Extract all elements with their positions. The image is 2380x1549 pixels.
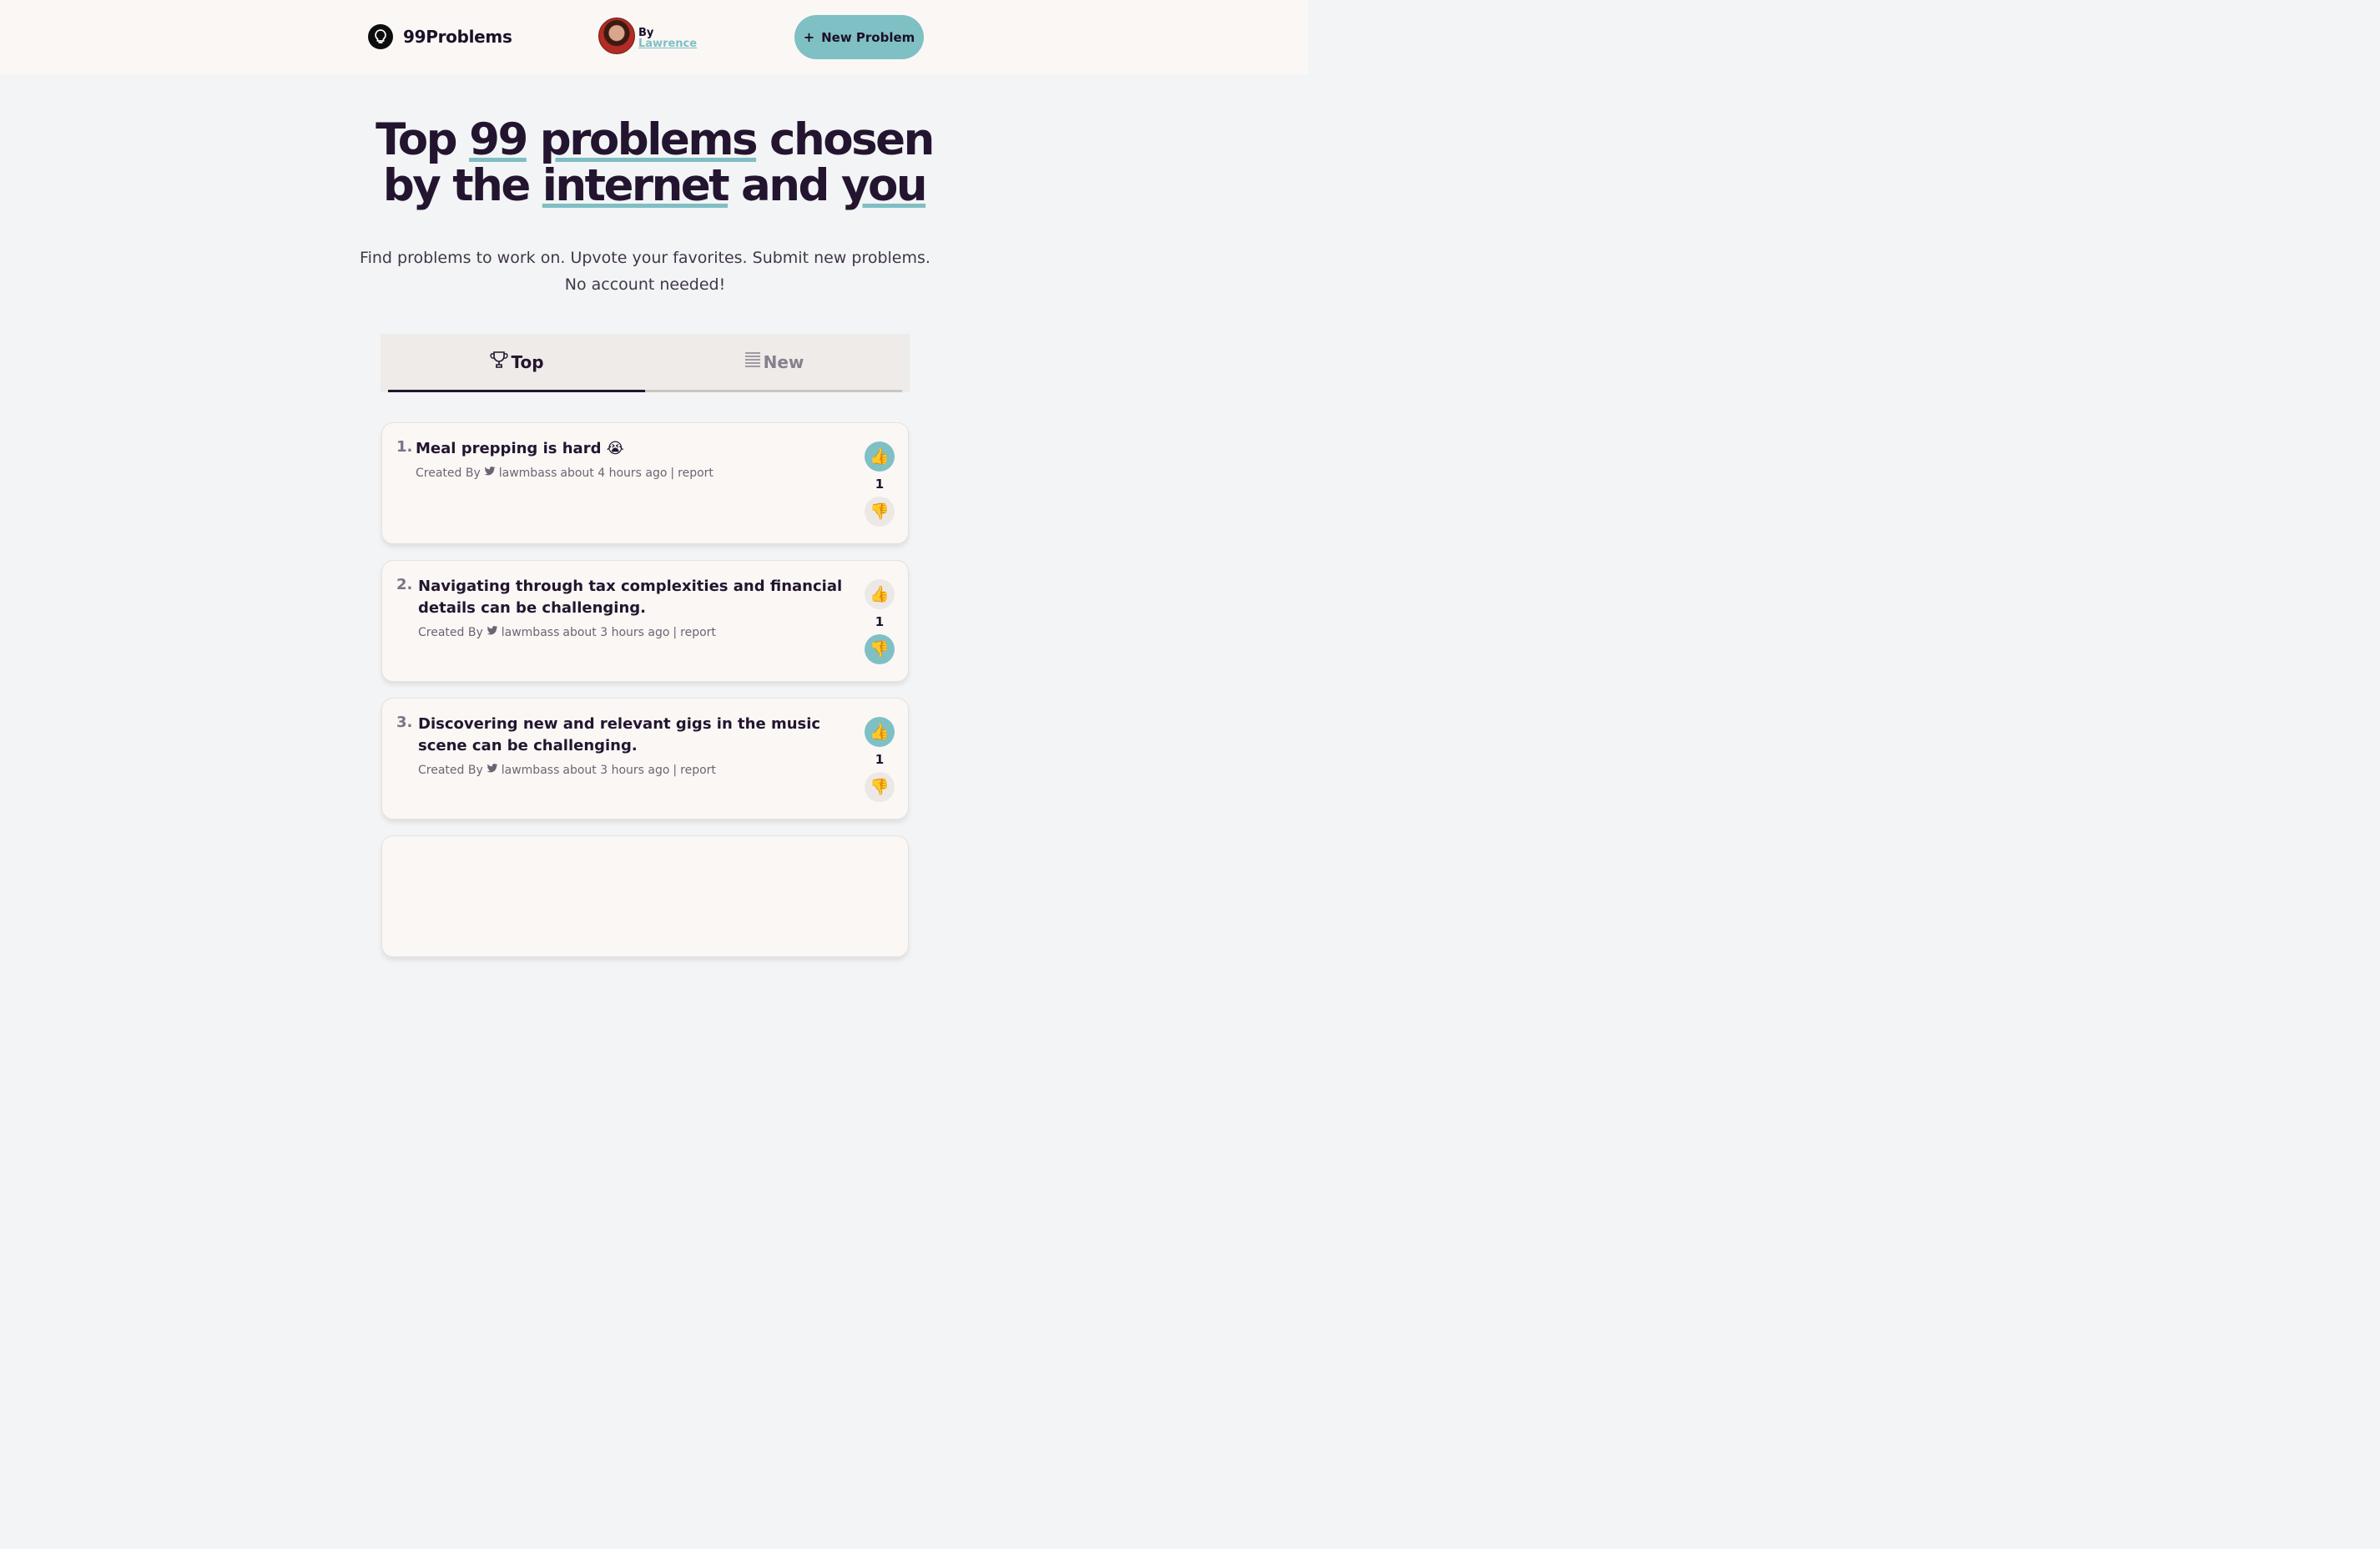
vote-controls: 👍 1 👎 xyxy=(865,717,895,802)
problem-title[interactable]: Discovering new and relevant gigs in the… xyxy=(418,714,856,757)
trophy-icon xyxy=(489,350,509,374)
vote-count: 1 xyxy=(875,477,885,492)
headline-word-highlight: 99 xyxy=(469,114,528,165)
problem-author[interactable]: lawmbass xyxy=(499,467,557,480)
page-headline: Top 99 problems chosen by the internet a… xyxy=(320,117,988,209)
headline-word-highlight: you xyxy=(840,160,928,211)
list-icon xyxy=(744,351,762,373)
problem-rank: 3. xyxy=(396,714,413,731)
problem-author[interactable]: lawmbass xyxy=(502,764,560,777)
problem-card: 1. Meal prepping is hard 😭 Created By la… xyxy=(381,422,909,544)
report-link[interactable]: report xyxy=(680,764,716,777)
meta-separator: | xyxy=(673,764,678,777)
tab-top[interactable]: Top xyxy=(388,334,645,392)
downvote-button[interactable]: 👎 xyxy=(865,772,895,802)
downvote-button[interactable]: 👎 xyxy=(865,634,895,664)
brand-link[interactable]: 99Problems xyxy=(368,24,512,49)
report-link[interactable]: report xyxy=(678,467,713,480)
page-subtitle: Find problems to work on. Upvote your fa… xyxy=(320,245,970,298)
thumbs-down-icon: 👎 xyxy=(870,503,890,521)
thumbs-up-icon: 👍 xyxy=(870,586,890,603)
vote-controls: 👍 1 👎 xyxy=(865,441,895,527)
sort-tabs: Top New xyxy=(381,334,910,392)
problem-rank: 2. xyxy=(396,576,413,593)
downvote-button[interactable]: 👎 xyxy=(865,497,895,527)
problem-author[interactable]: lawmbass xyxy=(502,626,560,639)
meta-separator: | xyxy=(673,626,678,639)
headline-word: Top xyxy=(376,114,457,165)
brand-name: 99Problems xyxy=(403,27,512,47)
subtitle-line: No account needed! xyxy=(564,275,726,294)
headline-word: by the xyxy=(382,160,531,211)
author-credit: By Lawrence xyxy=(598,18,697,54)
problem-card: 3. Discovering new and relevant gigs in … xyxy=(381,698,909,820)
thumbs-down-icon: 👎 xyxy=(870,779,890,796)
headline-word: chosen xyxy=(769,114,935,165)
problem-card xyxy=(381,835,909,957)
top-header: 99Problems By Lawrence + New Problem xyxy=(0,0,1308,74)
twitter-icon xyxy=(487,764,498,777)
problem-meta: Created By lawmbass about 3 hours ago | … xyxy=(418,764,716,777)
thumbs-up-icon: 👍 xyxy=(870,448,890,466)
problem-time: about 3 hours ago xyxy=(562,626,670,639)
headline-word: and xyxy=(741,160,829,211)
lightbulb-icon xyxy=(368,24,393,49)
upvote-button[interactable]: 👍 xyxy=(865,579,895,609)
twitter-icon xyxy=(487,626,498,639)
problem-title[interactable]: Meal prepping is hard 😭 xyxy=(416,438,854,460)
upvote-button[interactable]: 👍 xyxy=(865,717,895,747)
report-link[interactable]: report xyxy=(680,626,716,639)
created-by-label: Created By xyxy=(418,626,483,639)
vote-count: 1 xyxy=(875,752,885,767)
vote-count: 1 xyxy=(875,614,885,629)
problem-meta: Created By lawmbass about 3 hours ago | … xyxy=(418,626,716,639)
headline-word-highlight: internet xyxy=(542,160,730,211)
twitter-icon xyxy=(484,467,496,480)
tab-new-label: New xyxy=(763,351,804,372)
thumbs-down-icon: 👎 xyxy=(870,641,890,658)
author-avatar xyxy=(598,18,635,54)
tab-top-label: Top xyxy=(511,351,544,372)
problem-rank: 1. xyxy=(396,438,413,456)
problem-card: 2. Navigating through tax complexities a… xyxy=(381,560,909,682)
headline-word-highlight: problems xyxy=(539,114,759,165)
created-by-label: Created By xyxy=(418,764,483,777)
new-problem-label: New Problem xyxy=(821,29,915,45)
tab-new[interactable]: New xyxy=(645,334,902,392)
problem-meta: Created By lawmbass about 4 hours ago | … xyxy=(416,467,713,480)
plus-icon: + xyxy=(803,29,815,45)
upvote-button[interactable]: 👍 xyxy=(865,441,895,472)
thumbs-up-icon: 👍 xyxy=(870,724,890,741)
problem-title[interactable]: Navigating through tax complexities and … xyxy=(418,576,856,619)
created-by-label: Created By xyxy=(416,467,481,480)
vote-controls: 👍 1 👎 xyxy=(865,579,895,664)
meta-separator: | xyxy=(670,467,675,480)
author-link[interactable]: Lawrence xyxy=(638,38,697,49)
problem-time: about 3 hours ago xyxy=(562,764,670,777)
problem-time: about 4 hours ago xyxy=(560,467,668,480)
subtitle-line: Find problems to work on. Upvote your fa… xyxy=(360,249,930,267)
new-problem-button[interactable]: + New Problem xyxy=(794,15,924,59)
